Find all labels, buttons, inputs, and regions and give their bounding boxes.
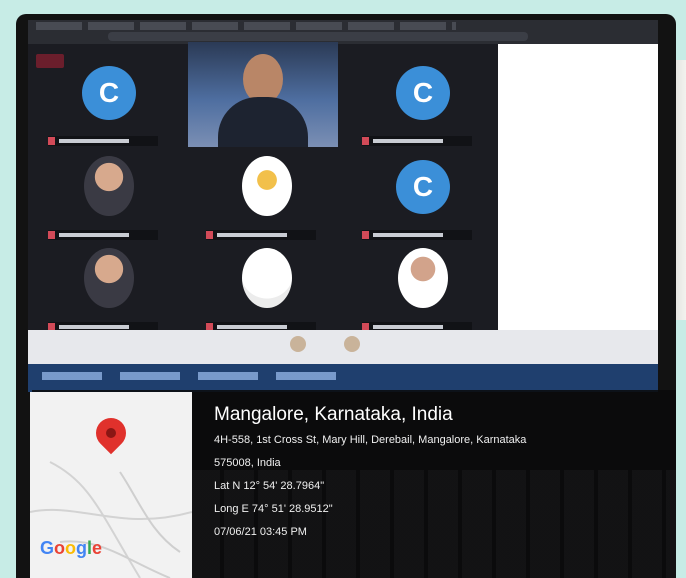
participant-tile[interactable] <box>44 242 174 334</box>
participant-photo <box>242 248 292 308</box>
speaker-body <box>218 97 308 147</box>
participant-photo <box>242 156 292 216</box>
participant-photo <box>84 248 134 308</box>
map-thumbnail: Google <box>30 392 192 578</box>
address-bar[interactable] <box>108 32 528 41</box>
control-button[interactable] <box>290 336 306 352</box>
control-button[interactable] <box>344 336 360 352</box>
participant-name <box>362 230 472 240</box>
active-speaker-video[interactable] <box>188 42 338 147</box>
participant-tile[interactable] <box>44 150 174 242</box>
participant-tile[interactable] <box>202 150 332 242</box>
participant-tile[interactable]: C <box>44 56 174 148</box>
participant-tile[interactable] <box>358 242 488 334</box>
laptop-screen: C C C <box>28 20 658 392</box>
participant-photo <box>398 248 448 308</box>
timestamp: 07/06/21 03:45 PM <box>214 526 307 538</box>
participant-tile[interactable] <box>202 242 332 334</box>
avatar-initial: C <box>396 66 450 120</box>
location-details: Mangalore, Karnataka, India 4H-558, 1st … <box>214 404 674 549</box>
map-pin-dot <box>106 428 116 438</box>
longitude: Long E 74° 51' 28.9512" <box>214 503 333 515</box>
avatar-initial: C <box>82 66 136 120</box>
google-logo: Google <box>40 538 103 558</box>
participant-tile[interactable]: C <box>358 56 488 148</box>
participant-name <box>362 136 472 146</box>
side-panel <box>498 44 658 344</box>
address-line-1: 4H-558, 1st Cross St, Mary Hill, Derebai… <box>214 434 527 446</box>
avatar-initial: C <box>396 160 450 214</box>
browser-tabs[interactable] <box>36 22 456 30</box>
participant-name <box>48 230 158 240</box>
taskbar-items[interactable] <box>42 372 342 380</box>
latitude: Lat N 12° 54' 28.7964" <box>214 480 325 492</box>
participant-photo <box>84 156 134 216</box>
participant-name <box>48 136 158 146</box>
address-line-2: 575008, India <box>214 457 281 469</box>
participant-name <box>206 230 316 240</box>
participant-tile[interactable]: C <box>358 150 488 242</box>
location-title: Mangalore, Karnataka, India <box>214 404 453 425</box>
